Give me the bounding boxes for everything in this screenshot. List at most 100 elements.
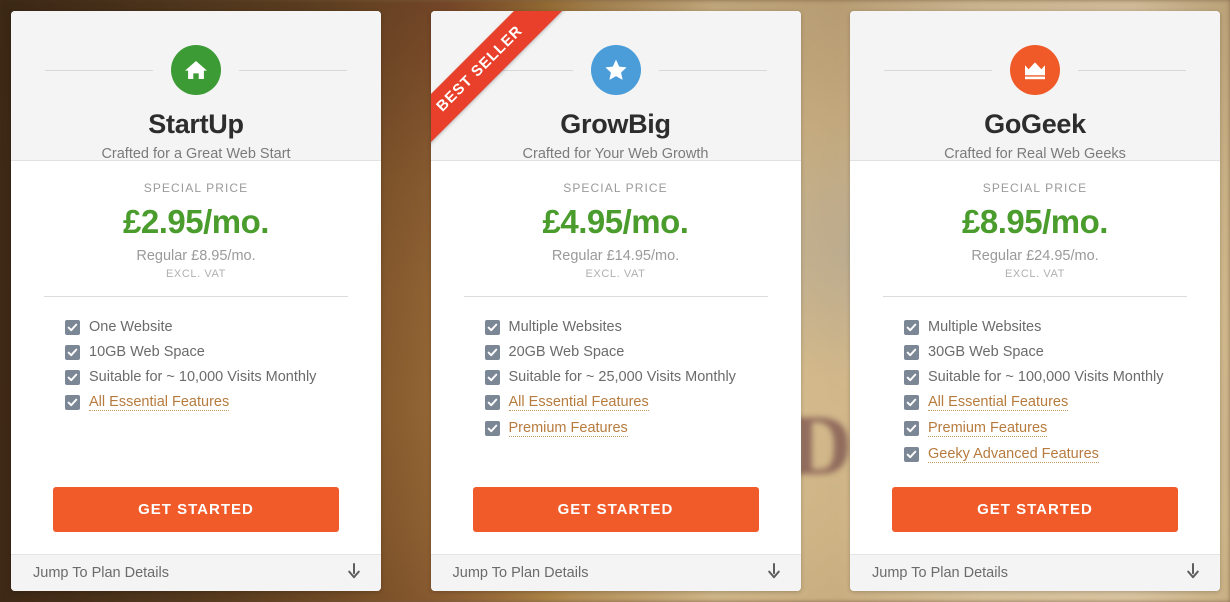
arrow-down-icon[interactable] [1186,562,1200,584]
feature-item: One Website [65,319,381,335]
feature-item[interactable]: Premium Features [484,420,801,437]
plan-price: £4.95/mo. [542,203,689,240]
feature-label[interactable]: Premium Features [928,420,1048,437]
plan-icon-row [11,45,381,95]
jump-to-plan-details-link[interactable]: Jump To Plan Details [430,554,801,591]
pricing-card-growbig: BEST SELLER GrowBig Crafted for Your Web G… [430,11,801,591]
feature-item: Suitable for ~ 25,000 Visits Monthly [484,369,801,385]
home-icon [171,45,221,95]
get-started-button[interactable]: GET STARTED [53,487,339,532]
feature-label[interactable]: All Essential Features [89,394,230,411]
feature-item[interactable]: Premium Features [904,420,1220,437]
checkbox-icon [904,395,919,410]
arrow-down-icon[interactable] [767,562,781,584]
regular-price: Regular £8.95/mo. [136,248,256,264]
card-header: GoGeek Crafted for Real Web Geeks [850,11,1220,162]
jump-to-plan-details-label: Jump To Plan Details [872,565,1008,581]
checkbox-icon [65,319,80,335]
feature-label: One Website [89,319,173,335]
pricing-plans-container: StartUp Crafted for a Great Web Start SPEC… [0,0,1230,602]
feature-label: 20GB Web Space [508,344,625,360]
feature-label: Suitable for ~ 10,000 Visits Monthly [89,369,317,385]
checkbox-icon [904,447,919,462]
icon-divider-left [884,69,992,71]
feature-label: Suitable for ~ 25,000 Visits Monthly [508,369,736,385]
feature-list: One Website 10GB Web Space Suitable for ~ … [11,297,381,473]
checkbox-icon [904,369,919,385]
icon-divider-right [239,69,347,71]
special-price-label: SPECIAL PRICE [143,181,249,195]
card-header: StartUp Crafted for a Great Web Start [11,11,381,162]
checkbox-icon [904,319,919,335]
icon-divider-right [1078,69,1186,71]
icon-divider-left [464,69,573,71]
checkbox-icon [904,344,919,360]
price-block: SPECIAL PRICE £8.95/mo. Regular £24.95/mo.… [850,161,1220,297]
feature-item[interactable]: All Essential Features [65,394,381,411]
vat-note: EXCL. VAT [585,268,646,280]
feature-item: Multiple Websites [904,319,1220,335]
feature-label: Multiple Websites [508,319,622,335]
star-icon [590,45,641,95]
plan-price: £8.95/mo. [962,203,1108,240]
feature-label[interactable]: Geeky Advanced Features [928,446,1099,463]
feature-label[interactable]: Premium Features [508,420,628,437]
vat-note: EXCL. VAT [1004,268,1065,280]
feature-list: Multiple Websites 30GB Web Space Suitable … [850,297,1220,473]
feature-item: 30GB Web Space [904,344,1220,360]
jump-to-plan-details-link[interactable]: Jump To Plan Details [850,554,1220,591]
cta-container: GET STARTED [431,473,801,554]
plan-name: GoGeek [984,109,1086,139]
checkbox-icon [484,395,500,410]
crown-icon [1010,45,1060,95]
icon-divider-right [658,69,767,71]
plan-tagline: Crafted for Your Web Growth [522,146,709,162]
checkbox-icon [484,421,500,436]
plan-price: £2.95/mo. [123,203,269,240]
feature-item[interactable]: All Essential Features [904,394,1220,411]
feature-item: Multiple Websites [484,319,801,335]
regular-price: Regular £24.95/mo. [971,248,1099,264]
get-started-button[interactable]: GET STARTED [892,487,1178,532]
plan-name: GrowBig [560,109,671,139]
plan-tagline: Crafted for Real Web Geeks [944,146,1126,162]
jump-to-plan-details-label: Jump To Plan Details [33,565,169,581]
checkbox-icon [65,344,80,360]
icon-divider-left [45,69,153,71]
cta-container: GET STARTED [11,473,381,554]
feature-item[interactable]: All Essential Features [484,394,801,411]
plan-icon-row [431,45,801,95]
feature-label: 30GB Web Space [928,344,1044,360]
card-header: GrowBig Crafted for Your Web Growth [430,11,801,162]
feature-label[interactable]: All Essential Features [928,394,1069,411]
feature-label[interactable]: All Essential Features [508,394,649,411]
jump-to-plan-details-link[interactable]: Jump To Plan Details [11,554,381,591]
checkbox-icon [65,395,80,410]
vat-note: EXCL. VAT [165,268,226,280]
feature-item: 20GB Web Space [484,344,801,360]
price-block: SPECIAL PRICE £2.95/mo. Regular £8.95/mo. E… [11,161,381,297]
checkbox-icon [65,369,80,385]
feature-item[interactable]: Geeky Advanced Features [904,446,1220,463]
jump-to-plan-details-label: Jump To Plan Details [452,565,589,581]
price-block: SPECIAL PRICE £4.95/mo. Regular £14.95/mo.… [431,161,801,297]
feature-item: Suitable for ~ 10,000 Visits Monthly [65,369,381,385]
plan-icon-row [850,45,1220,95]
checkbox-icon [484,369,500,385]
feature-label: Multiple Websites [928,319,1042,335]
special-price-label: SPECIAL PRICE [982,181,1088,195]
regular-price: Regular £14.95/mo. [551,248,680,264]
get-started-button[interactable]: GET STARTED [472,487,759,532]
checkbox-icon [484,344,500,360]
feature-item: 10GB Web Space [65,344,381,360]
checkbox-icon [904,421,919,436]
pricing-card-startup: StartUp Crafted for a Great Web Start SPEC… [11,11,381,591]
feature-item: Suitable for ~ 100,000 Visits Monthly [904,369,1220,385]
feature-label: 10GB Web Space [89,344,205,360]
feature-label: Suitable for ~ 100,000 Visits Monthly [928,369,1164,385]
plan-tagline: Crafted for a Great Web Start [101,146,291,162]
arrow-down-icon[interactable] [347,562,361,584]
feature-list: Multiple Websites 20GB Web Space Suitable … [431,297,801,473]
plan-name: StartUp [148,109,244,139]
pricing-card-gogeek: GoGeek Crafted for Real Web Geeks SPECIAL … [850,11,1220,591]
